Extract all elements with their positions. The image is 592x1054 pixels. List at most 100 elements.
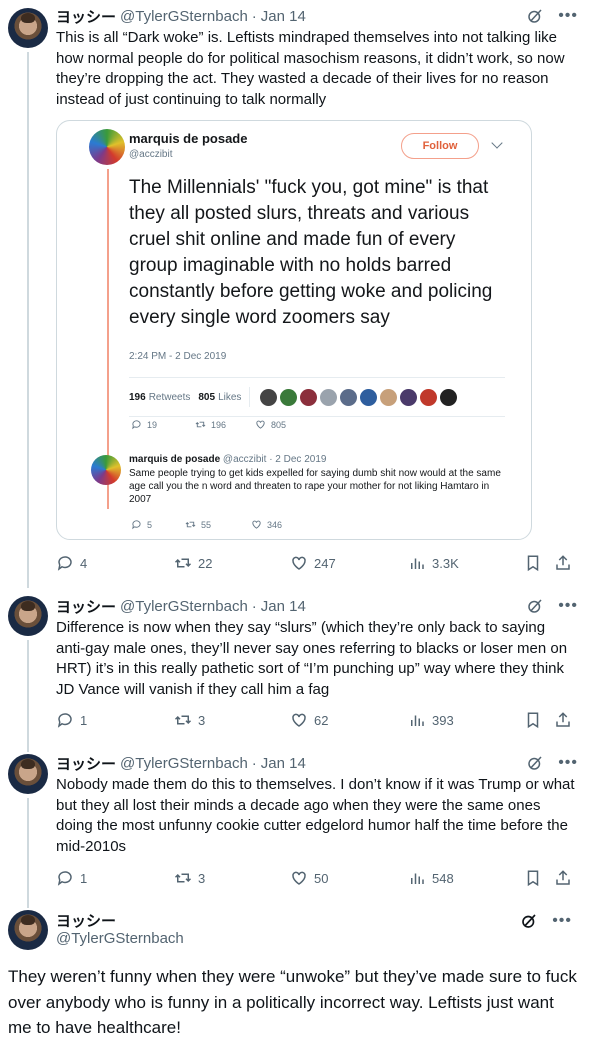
avatar[interactable]	[8, 596, 48, 636]
liker-avatar	[400, 388, 418, 406]
views-icon	[411, 715, 424, 726]
main-header-icons: •••	[520, 912, 572, 930]
main-avatar[interactable]	[8, 910, 48, 950]
heart-icon	[292, 556, 306, 570]
grok-icon[interactable]	[526, 597, 544, 615]
grok-icon[interactable]	[526, 754, 544, 772]
author-handle[interactable]: @TylerGSternbach	[120, 598, 248, 615]
grok-icon[interactable]	[526, 7, 544, 25]
liker-avatar	[360, 388, 378, 406]
tweet-3: ヨッシー @TylerGSternbach · Jan 14 ••• Nobod…	[0, 750, 592, 908]
tweet-header: ヨッシー @TylerGSternbach · Jan 14 •••	[56, 6, 578, 26]
bookmark-button[interactable]	[524, 867, 542, 889]
heart-icon	[292, 871, 306, 885]
more-options-icon[interactable]: •••	[558, 755, 578, 771]
embedded-actions: 19 196 805	[129, 419, 329, 433]
header-icons: •••	[526, 7, 578, 25]
avatar[interactable]	[8, 8, 48, 48]
share-icon	[556, 870, 570, 885]
author-name[interactable]: ヨッシー	[56, 753, 116, 774]
embedded-like: 805	[255, 419, 286, 430]
liker-avatar	[420, 388, 438, 406]
share-button[interactable]	[554, 709, 572, 731]
heart-icon	[252, 520, 261, 529]
more-options-icon[interactable]: •••	[552, 913, 572, 929]
liker-avatar	[300, 388, 318, 406]
main-author-name[interactable]: ヨッシー	[56, 910, 116, 931]
embedded-reply-handle-date: @acczibit · 2 Dec 2019	[222, 454, 327, 465]
divider	[249, 387, 251, 407]
thread-line	[27, 52, 29, 588]
embedded-retweets-label: Retweets	[148, 391, 191, 403]
embedded-reply-header: marquis de posade @acczibit · 2 Dec 2019	[129, 454, 326, 465]
embedded-retweet: 196	[195, 419, 226, 430]
repost-icon	[174, 715, 192, 725]
author-handle[interactable]: @TylerGSternbach	[120, 755, 248, 772]
like-button[interactable]: 50	[290, 867, 328, 889]
more-options-icon[interactable]: •••	[558, 598, 578, 614]
like-count: 247	[314, 555, 336, 571]
main-author-handle[interactable]: @TylerGSternbach	[56, 930, 184, 947]
bookmark-button[interactable]	[524, 552, 542, 574]
share-icon	[556, 555, 570, 570]
views-button[interactable]: 548	[408, 867, 454, 889]
views-button[interactable]: 3.3K	[408, 552, 459, 574]
repost-button[interactable]: 22	[174, 552, 212, 574]
views-button[interactable]: 393	[408, 709, 454, 731]
reply-button[interactable]: 1	[56, 867, 87, 889]
embedded-reply-author: marquis de posade	[129, 454, 221, 465]
reply-count: 1	[80, 870, 88, 886]
tweet-actions: 4 22 247 3.3K	[56, 552, 576, 574]
heart-icon	[292, 713, 306, 727]
liker-avatar	[320, 388, 338, 406]
liker-avatar	[380, 388, 398, 406]
bookmark-icon	[527, 712, 539, 729]
reply-button[interactable]: 1	[56, 709, 87, 731]
embedded-reply-actions: 5 55 346	[129, 519, 329, 533]
embedded-tweet-text: The Millennials' "fuck you, got mine" is…	[129, 177, 493, 328]
reply-icon	[57, 556, 72, 571]
bookmark-button[interactable]	[524, 709, 542, 731]
reply-button[interactable]: 4	[56, 552, 87, 574]
author-name[interactable]: ヨッシー	[56, 6, 116, 27]
retweet-icon	[185, 521, 196, 528]
repost-icon	[174, 873, 192, 883]
tweet-date[interactable]: Jan 14	[261, 598, 306, 615]
share-button[interactable]	[554, 552, 572, 574]
view-count: 548	[432, 870, 454, 886]
tweet-date[interactable]: Jan 14	[261, 8, 306, 25]
views-icon	[411, 558, 424, 569]
tweet-2: ヨッシー @TylerGSternbach · Jan 14 ••• Diffe…	[0, 592, 592, 752]
embedded-avatar	[89, 129, 125, 165]
like-count: 62	[314, 712, 329, 728]
repost-button[interactable]: 3	[174, 867, 205, 889]
like-button[interactable]: 62	[290, 709, 328, 731]
avatar[interactable]	[8, 754, 48, 794]
share-button[interactable]	[554, 867, 572, 889]
retweet-icon	[195, 421, 206, 428]
reply-count: 4	[80, 555, 88, 571]
liker-avatar	[340, 388, 358, 406]
tweet-text: This is all “Dark woke” is. Leftists min…	[56, 29, 565, 108]
repost-button[interactable]: 3	[174, 709, 205, 731]
embedded-reply-like: 346	[251, 519, 282, 530]
embedded-reply: 19	[131, 419, 157, 430]
tweet-date[interactable]: Jan 14	[261, 755, 306, 772]
thread-line	[27, 798, 29, 908]
bookmark-icon	[527, 870, 539, 887]
separator-dot: ·	[251, 597, 257, 615]
like-button[interactable]: 247	[290, 552, 336, 574]
embedded-tweet-image[interactable]: marquis de posade @acczibit Follow The M…	[56, 120, 532, 540]
repost-icon	[174, 558, 192, 568]
author-name[interactable]: ヨッシー	[56, 596, 116, 617]
embedded-author-handle: @acczibit	[129, 149, 173, 160]
embedded-follow-button: Follow	[401, 133, 479, 159]
tweet-text: Nobody made them do this to themselves. …	[56, 776, 575, 855]
author-handle[interactable]: @TylerGSternbach	[120, 8, 248, 25]
embedded-reply-retweet: 55	[185, 519, 211, 530]
more-options-icon[interactable]: •••	[558, 8, 578, 24]
tweet-1: ヨッシー @TylerGSternbach · Jan 14 ••• This …	[0, 0, 592, 588]
views-icon	[411, 873, 424, 884]
liker-avatar	[280, 388, 298, 406]
grok-icon[interactable]	[520, 912, 538, 930]
